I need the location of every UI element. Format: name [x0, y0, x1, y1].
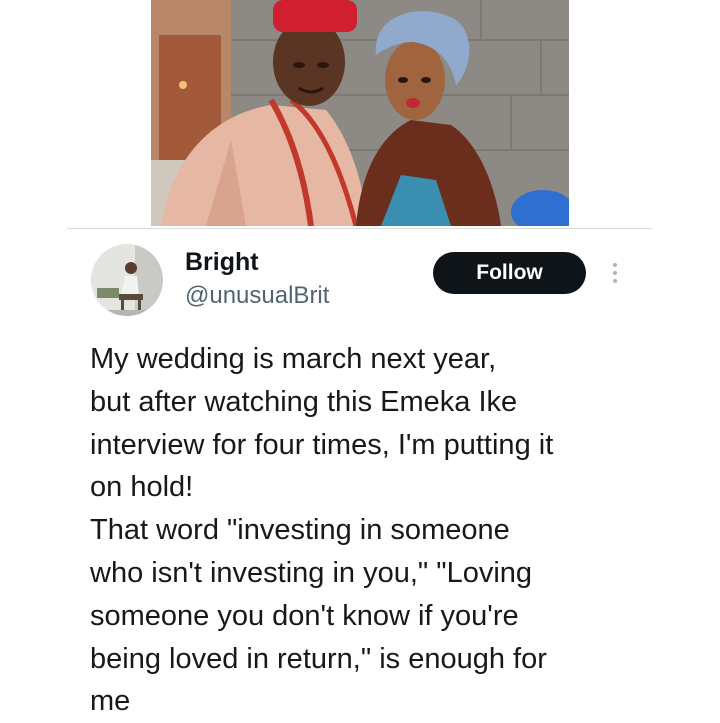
tweet-text-line: My wedding is march next year, — [90, 343, 497, 375]
tweet-text-line: being loved in return," is enough for — [90, 642, 547, 675]
tweet-text-line: on hold! — [90, 471, 194, 504]
tweet-text-line: That word "investing in someone — [90, 514, 510, 547]
tweet-text-line: interview for four times, I'm putting it — [90, 428, 554, 461]
attached-photo[interactable] — [151, 0, 569, 226]
more-dot — [613, 263, 617, 267]
tweet-text-line: me — [90, 685, 131, 718]
tweet-text-line: someone you don't know if you're — [90, 599, 519, 632]
follow-button[interactable]: Follow — [433, 252, 586, 294]
tweet-text-line: who isn't investing in you," "Loving — [90, 556, 533, 589]
tweet-text: My wedding is march next year, but after… — [90, 338, 700, 723]
more-dot — [613, 271, 617, 275]
author-display-name[interactable]: Bright — [185, 248, 259, 277]
more-dot — [613, 279, 617, 283]
author-handle[interactable]: @unusualBrit — [185, 282, 329, 310]
more-vertical-icon[interactable] — [604, 258, 626, 288]
tweet-text-line: but after watching this Emeka Ike — [90, 385, 518, 418]
avatar[interactable] — [91, 244, 163, 316]
photo-divider — [67, 228, 652, 229]
